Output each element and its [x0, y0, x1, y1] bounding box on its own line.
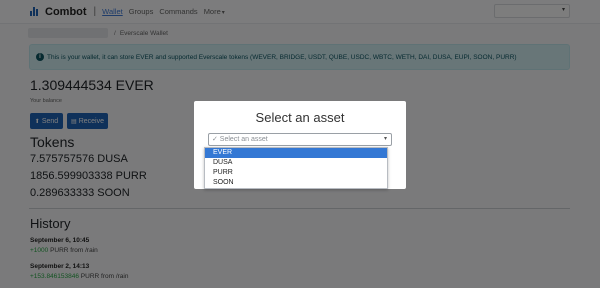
asset-select[interactable]: ✓ Select an asset ▾: [208, 133, 392, 146]
asset-option-ever[interactable]: EVER: [205, 148, 387, 158]
chevron-down-icon: ▾: [383, 136, 387, 142]
asset-option-dusa[interactable]: DUSA: [205, 158, 387, 168]
modal-title: Select an asset: [255, 110, 345, 125]
asset-dropdown-list: EVER DUSA PURR SOON: [204, 147, 388, 189]
asset-select-placeholder: ✓ Select an asset: [212, 136, 268, 143]
asset-option-purr[interactable]: PURR: [205, 168, 387, 178]
asset-option-soon[interactable]: SOON: [205, 178, 387, 188]
